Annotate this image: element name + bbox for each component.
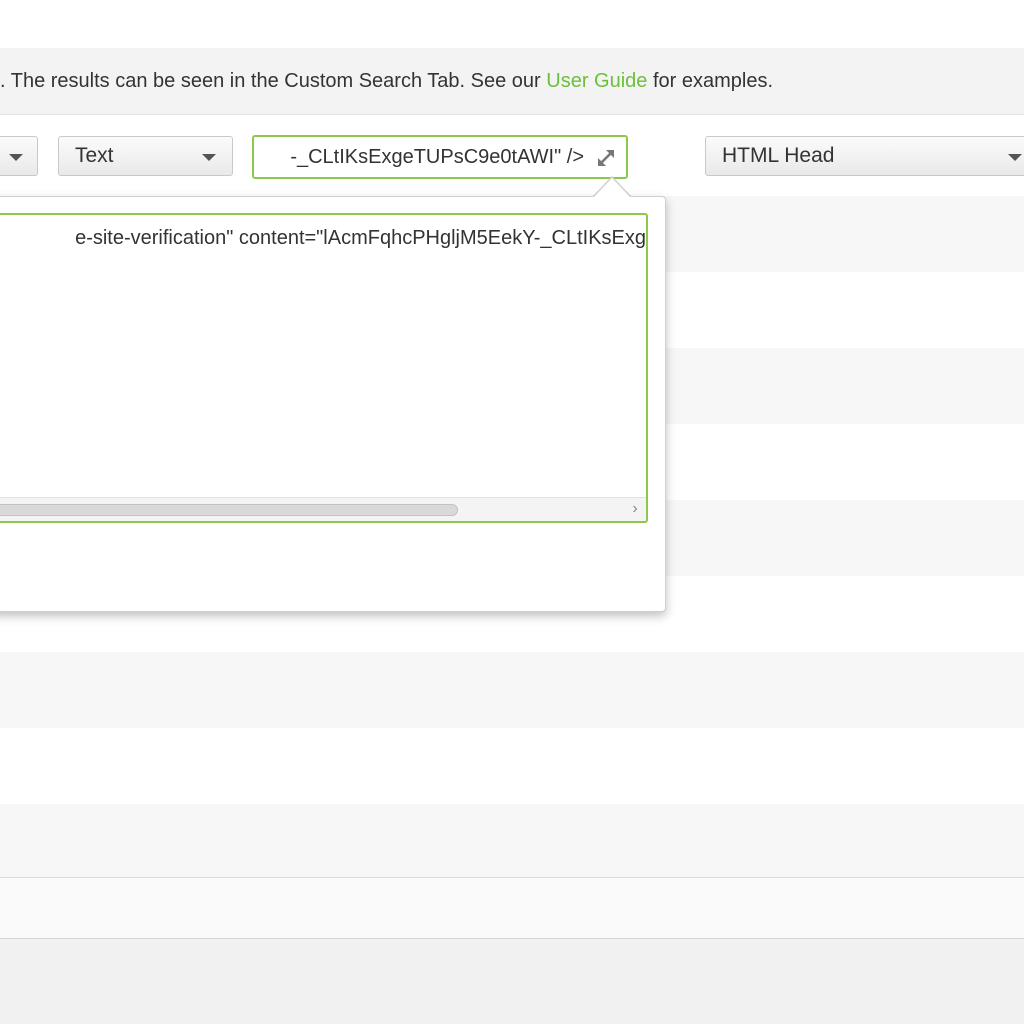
scrollbar-thumb[interactable] xyxy=(0,504,458,516)
table-row xyxy=(0,804,1024,880)
scope-select[interactable]: HTML Head xyxy=(705,136,1024,176)
table-row xyxy=(0,728,1024,804)
footer-row xyxy=(0,878,1024,938)
caret-down-icon xyxy=(202,154,216,161)
scope-select-value: HTML Head xyxy=(722,144,835,167)
footer-area xyxy=(0,939,1024,1024)
type-select[interactable]: Text xyxy=(58,136,233,176)
search-input[interactable]: -_CLtIKsExgeTUPsC9e0tAWI" /> xyxy=(252,135,628,179)
user-guide-link[interactable]: User Guide xyxy=(546,70,647,92)
expanded-editor-text: e-site-verification" content="lAcmFqhcPH… xyxy=(75,227,646,249)
info-bar: . The results can be seen in the Custom … xyxy=(0,48,1024,115)
horizontal-scrollbar[interactable]: › xyxy=(0,497,646,521)
info-message: . The results can be seen in the Custom … xyxy=(0,68,773,94)
caret-down-icon xyxy=(1008,154,1022,161)
info-text-before: . The results can be seen in the Custom … xyxy=(0,70,547,92)
expand-arrows-icon[interactable] xyxy=(594,146,618,170)
search-input-value: -_CLtIKsExgeTUPsC9e0tAWI" /> xyxy=(290,146,584,168)
caret-down-icon xyxy=(9,154,23,161)
top-spacer xyxy=(0,0,1024,48)
table-row xyxy=(0,652,1024,728)
type-select-value: Text xyxy=(75,144,114,167)
info-text-after: for examples. xyxy=(647,70,774,92)
chevron-right-icon[interactable]: › xyxy=(628,500,642,518)
popover-arrow-fill xyxy=(593,178,631,198)
expanded-editor-textarea[interactable]: e-site-verification" content="lAcmFqhcPH… xyxy=(0,213,648,523)
filter-select[interactable] xyxy=(0,136,38,176)
